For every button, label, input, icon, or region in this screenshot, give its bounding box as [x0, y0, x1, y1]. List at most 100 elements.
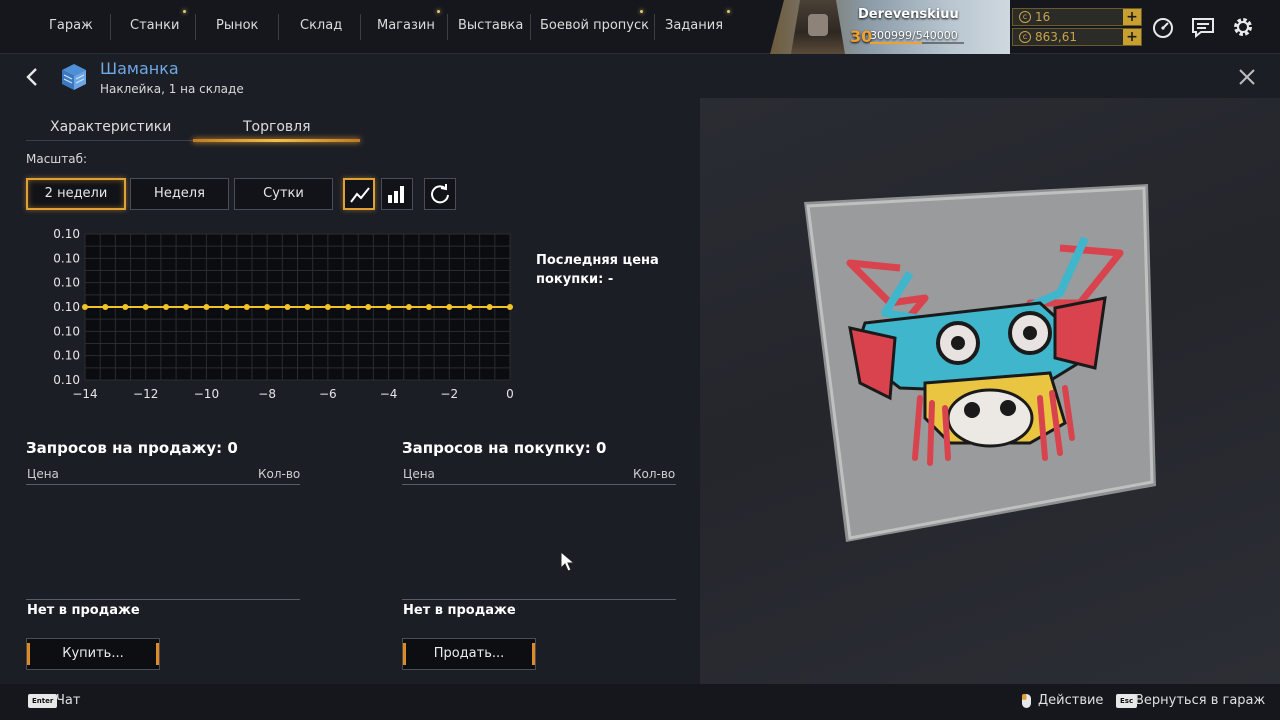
sticker-preview-image: [804, 184, 1156, 542]
period-day-button[interactable]: Сутки: [234, 178, 333, 210]
bar-chart-toggle[interactable]: [381, 178, 413, 210]
sell-col-price: Цена: [27, 467, 59, 481]
action-hint[interactable]: Действие: [1038, 693, 1103, 708]
chart-data-point: [345, 304, 352, 310]
coins-value: 16: [1035, 10, 1051, 24]
line-chart-toggle[interactable]: [343, 178, 375, 210]
speedometer-icon[interactable]: [1150, 14, 1176, 40]
nav-separator: [654, 14, 655, 40]
back-arrow-icon[interactable]: [22, 66, 44, 88]
nav-machines[interactable]: Станки: [130, 18, 179, 33]
chart-data-point: [405, 304, 412, 310]
item-subtitle: Наклейка, 1 на складе: [100, 82, 244, 96]
coins-row: c 16 +: [1012, 8, 1142, 26]
player-level: 30: [850, 27, 873, 46]
notification-dot: [183, 10, 186, 13]
chart-x-tick-label: −6: [319, 387, 337, 401]
buy-col-qty: Кол-во: [633, 467, 676, 481]
enter-key-hint: Enter: [28, 694, 58, 708]
notification-dot: [437, 10, 440, 13]
item-preview-panel[interactable]: [700, 98, 1280, 684]
buy-button[interactable]: Купить...: [26, 638, 160, 670]
chart-data-point: [446, 304, 453, 310]
currency-panel: c 16 + c 863,61 +: [1012, 6, 1144, 46]
tab-characteristics[interactable]: Характеристики: [50, 119, 171, 135]
nav-separator: [195, 14, 196, 40]
sell-button[interactable]: Продать...: [402, 638, 536, 670]
add-coins-button[interactable]: +: [1123, 9, 1141, 25]
chart-data-point: [102, 304, 109, 310]
chart-data-point: [82, 304, 88, 310]
chart-x-tick-label: 0: [506, 387, 514, 401]
sticker-stack-icon: [60, 62, 88, 92]
notification-dot: [640, 10, 643, 13]
nav-separator: [360, 14, 361, 40]
chart-x-ticks: −14 −12 −10 −8 −6 −4 −2 0: [72, 387, 513, 401]
buy-orders-title: Запросов на покупку: 0: [402, 439, 607, 457]
buy-col-price: Цена: [403, 467, 435, 481]
chart-y-tick-label: 0.10: [53, 300, 80, 314]
chart-y-tick-label: 0.10: [53, 227, 80, 241]
chart-y-tick-label: 0.10: [53, 349, 80, 363]
chat-messages-icon[interactable]: [1190, 14, 1216, 40]
chart-y-tick-label: 0.10: [53, 324, 80, 338]
chart-data-point: [486, 304, 493, 310]
credits-row: c 863,61 +: [1012, 28, 1142, 46]
chart-data-point: [183, 304, 190, 310]
period-week-button[interactable]: Неделя: [130, 178, 229, 210]
settings-gear-icon[interactable]: [1230, 14, 1256, 40]
scale-label: Масштаб:: [26, 152, 88, 166]
buy-header-divider: [402, 484, 676, 485]
sell-footer-divider: [26, 599, 300, 600]
buy-footer-divider: [402, 599, 676, 600]
chart-data-point: [385, 304, 392, 310]
tab-trade[interactable]: Торговля: [243, 119, 311, 135]
chart-data-point: [243, 304, 250, 310]
refresh-button[interactable]: [424, 178, 456, 210]
credit-icon: c: [1019, 31, 1031, 43]
close-icon[interactable]: [1238, 68, 1256, 86]
line-chart-icon: [350, 187, 370, 203]
chart-data-point: [466, 304, 473, 310]
last-purchase-price: Последняя цена покупки: -: [536, 253, 659, 287]
chat-hint[interactable]: Чат: [56, 693, 80, 708]
nav-market[interactable]: Рынок: [216, 18, 258, 33]
player-name: Derevenskiuu: [858, 7, 959, 22]
tab-active-indicator: [193, 139, 360, 142]
nav-separator: [530, 14, 531, 40]
refresh-icon: [431, 184, 449, 204]
price-history-chart: 0.10 0.10 0.10 0.10 0.10 0.10 0.10 −14 −12 −10 −8…: [53, 227, 514, 401]
chart-data-point: [365, 304, 372, 310]
nav-battle-pass[interactable]: Боевой пропуск: [540, 18, 649, 33]
mouse-cursor-icon: [560, 550, 576, 577]
sell-col-qty: Кол-во: [258, 467, 301, 481]
chart-data-point: [304, 304, 311, 310]
chart-x-tick-label: −10: [194, 387, 219, 401]
chart-x-tick-label: −2: [440, 387, 458, 401]
bar-chart-icon: [388, 186, 404, 203]
chart-x-tick-label: −4: [380, 387, 398, 401]
add-credits-button[interactable]: +: [1123, 29, 1141, 45]
nav-shop[interactable]: Магазин: [377, 18, 435, 33]
xp-progress-bar: [870, 42, 964, 44]
back-to-garage-hint[interactable]: Вернуться в гараж: [1135, 693, 1265, 708]
avatar: [791, 0, 845, 54]
nav-garage[interactable]: Гараж: [49, 18, 93, 33]
chart-data-point: [223, 304, 230, 310]
chart-y-ticks: 0.10 0.10 0.10 0.10 0.10 0.10 0.10: [53, 227, 80, 387]
nav-exhibition[interactable]: Выставка: [458, 18, 523, 33]
player-xp: 300999/540000: [870, 29, 958, 42]
nav-storage[interactable]: Склад: [300, 18, 342, 33]
sell-empty-label: Нет в продаже: [27, 603, 140, 618]
nav-separator: [110, 14, 111, 40]
sell-header-divider: [26, 484, 300, 485]
chart-data-point: [264, 304, 271, 310]
nav-separator: [447, 14, 448, 40]
top-navigation-bar: Гараж Станки Рынок Склад Магазин Выставк…: [0, 0, 1280, 54]
coin-icon: c: [1019, 11, 1031, 23]
chart-x-tick-label: −14: [72, 387, 97, 401]
player-profile[interactable]: Derevenskiuu 30 300999/540000: [770, 0, 1010, 54]
chart-x-tick-label: −12: [133, 387, 158, 401]
nav-tasks[interactable]: Задания: [665, 18, 723, 33]
period-two-weeks-button[interactable]: 2 недели: [26, 178, 126, 210]
